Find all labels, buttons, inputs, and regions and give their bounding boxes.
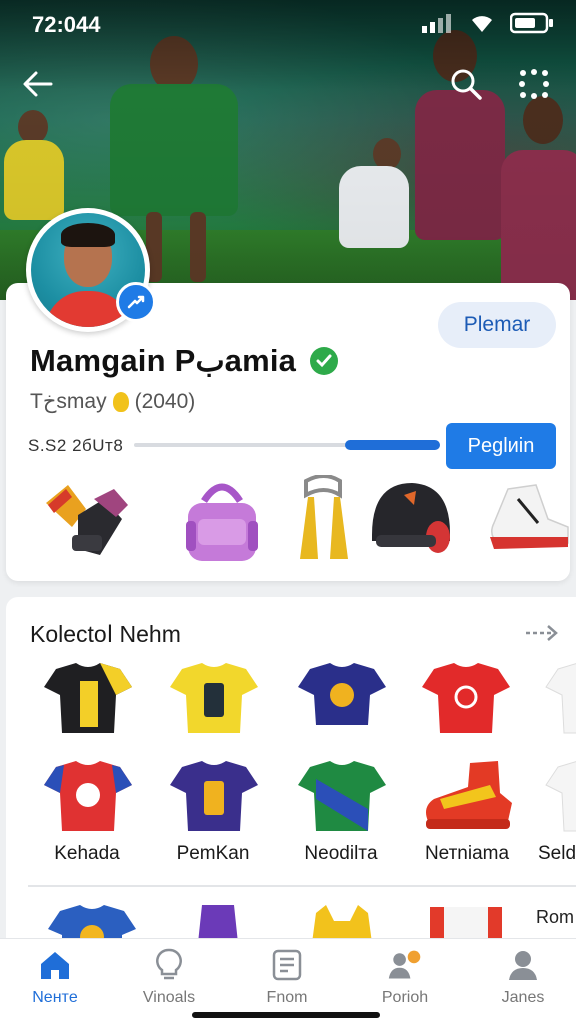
player-year: (2040) — [134, 389, 196, 413]
grid-more-icon — [519, 69, 549, 99]
jersey-navy[interactable] — [296, 661, 388, 737]
search-icon — [451, 69, 482, 100]
nav-label-ideas: Vinoals — [142, 989, 196, 1006]
divider — [28, 885, 576, 887]
edit-badge-icon[interactable] — [116, 282, 156, 322]
nav-label-profile: Janes — [501, 989, 545, 1006]
bulb-icon — [151, 947, 187, 983]
progress-bar — [134, 440, 440, 450]
wifi-icon — [472, 16, 492, 32]
arrow-left-icon — [23, 71, 53, 97]
player-subtitle: Tخsmay (2040) — [30, 389, 195, 414]
status-bar: 72:044 — [0, 0, 576, 48]
progress-fill — [345, 440, 440, 450]
gear-row — [34, 475, 569, 567]
jersey-red-blue[interactable] — [42, 759, 134, 835]
dashed-arrow-right-icon — [526, 625, 558, 641]
home-icon — [37, 947, 73, 983]
jersey-purple[interactable] — [168, 759, 260, 835]
bottom-navigation: Neнтe Vinoals Fnom Porioh Janes — [0, 938, 576, 1024]
collection-label-2: PemKan — [176, 843, 250, 864]
nav-label-list: Fnom — [266, 989, 308, 1006]
collection-section: Kolectoا Nehm Kehada PemKan Neodilтa Nет… — [6, 597, 576, 957]
verified-icon — [310, 347, 338, 375]
player-club: Tخsmay — [30, 390, 107, 413]
whistle-lanyard-icon[interactable] — [278, 475, 370, 567]
nav-item-team[interactable]: Porioh — [350, 947, 460, 1011]
user-icon — [505, 947, 541, 983]
collection-peek-label: Rom — [535, 907, 574, 927]
nav-item-home[interactable]: Neнтe — [0, 947, 110, 1011]
nav-label-home: Neнтe — [32, 989, 78, 1006]
back-button[interactable] — [16, 62, 60, 106]
jersey-black-yellow[interactable] — [42, 661, 134, 737]
status-time: 72:044 — [32, 12, 101, 37]
follow-button[interactable]: Plemar — [438, 302, 556, 348]
collection-label-4: Nетniama — [424, 843, 510, 864]
see-all-button[interactable] — [522, 617, 562, 649]
progress-label: S.S2 2бUт8 — [28, 436, 124, 455]
bag-icon[interactable] — [176, 475, 268, 567]
goalkeeper-glove-icon[interactable] — [38, 475, 130, 567]
nav-item-list[interactable]: Fnom — [232, 947, 342, 1011]
more-button[interactable] — [512, 62, 556, 106]
section-title: Kolectoا Nehm — [30, 621, 181, 647]
jersey-yellow[interactable] — [168, 661, 260, 737]
jersey-peek-3[interactable] — [296, 903, 388, 943]
nav-item-ideas[interactable]: Vinoals — [114, 947, 224, 1011]
cleat-icon[interactable] — [478, 475, 570, 567]
team-icon — [387, 947, 423, 983]
jersey-peek-2[interactable] — [172, 903, 264, 943]
jersey-peek-4[interactable] — [420, 903, 512, 943]
jersey-peek-1[interactable] — [46, 903, 138, 943]
jersey-white-partial-2[interactable] — [544, 759, 576, 835]
jersey-red[interactable] — [420, 661, 512, 737]
club-emblem-icon — [112, 391, 129, 412]
helmet-icon[interactable] — [364, 475, 456, 567]
primary-action-button[interactable]: Peglиin — [446, 423, 556, 469]
jersey-green-blue[interactable] — [296, 759, 388, 835]
top-navigation — [0, 62, 576, 110]
list-icon — [269, 947, 305, 983]
signal-icon — [422, 14, 451, 33]
search-button[interactable] — [444, 62, 488, 106]
collection-label-3: Neodilтa — [304, 843, 378, 864]
boot-red-yellow[interactable] — [420, 759, 512, 835]
home-indicator — [192, 1012, 380, 1018]
collection-label-5: Seld — [538, 843, 576, 864]
nav-item-profile[interactable]: Janes — [468, 947, 576, 1011]
player-name: Mamgain Pبamia — [30, 343, 297, 378]
battery-icon — [510, 12, 553, 34]
nav-label-team: Porioh — [381, 989, 429, 1006]
jersey-white-partial[interactable] — [544, 661, 576, 737]
collection-label-1: Kehada — [54, 843, 120, 864]
